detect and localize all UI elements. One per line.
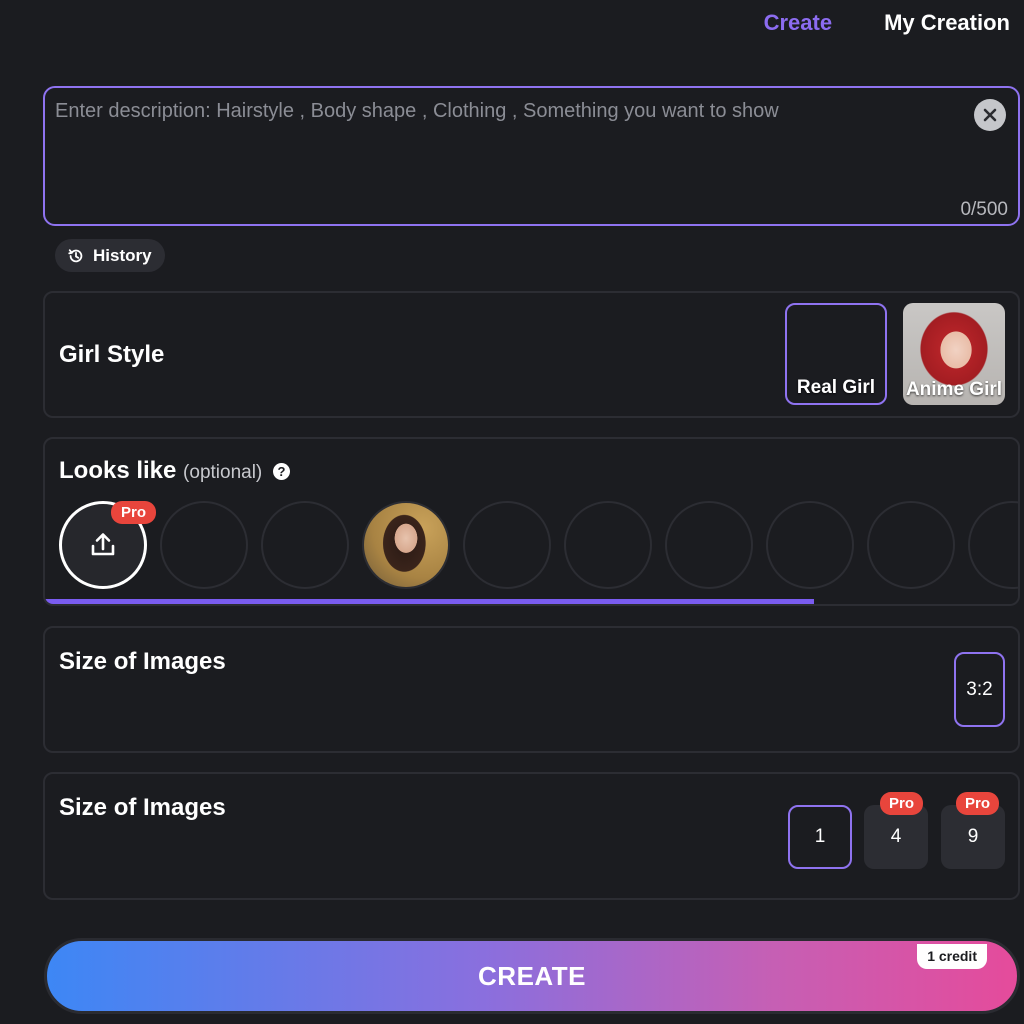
top-nav: Create My Creation bbox=[764, 8, 1010, 38]
close-icon bbox=[983, 108, 997, 122]
clear-button[interactable] bbox=[974, 99, 1006, 131]
face-slot[interactable] bbox=[261, 501, 349, 589]
optional-label: (optional) bbox=[183, 462, 263, 483]
pro-badge: Pro bbox=[956, 792, 1000, 815]
ratio-option-label: 3:2 bbox=[966, 678, 993, 700]
face-slot[interactable] bbox=[766, 501, 854, 589]
pro-badge: Pro bbox=[111, 501, 157, 524]
count-option-label: 9 bbox=[967, 826, 979, 847]
create-button-label: CREATE bbox=[478, 960, 586, 991]
style-option-real-girl[interactable]: Real Girl bbox=[785, 303, 887, 405]
ratio-option-3-2[interactable]: 3:2 bbox=[954, 652, 1005, 727]
style-option-label: Anime Girl bbox=[905, 379, 1003, 400]
count-option-label: 4 bbox=[890, 826, 902, 847]
face-slot[interactable] bbox=[564, 501, 652, 589]
credit-badge: 1 credit bbox=[917, 944, 987, 969]
face-slot[interactable] bbox=[665, 501, 753, 589]
face-slot[interactable] bbox=[968, 501, 1018, 589]
size-ratio-title: Size of Images bbox=[59, 648, 226, 675]
history-label: History bbox=[93, 245, 152, 265]
face-slot[interactable] bbox=[867, 501, 955, 589]
girl-style-panel: Girl Style Real Girl Anime Girl bbox=[43, 291, 1020, 418]
face-photo[interactable] bbox=[362, 501, 450, 589]
count-option-label: 1 bbox=[814, 826, 826, 847]
nav-create[interactable]: Create bbox=[764, 10, 832, 36]
pro-badge: Pro bbox=[880, 792, 924, 815]
help-icon[interactable]: ? bbox=[272, 463, 290, 480]
description-input[interactable] bbox=[55, 100, 955, 210]
style-option-label: Real Girl bbox=[796, 377, 876, 398]
history-button[interactable]: History bbox=[55, 239, 165, 272]
image-count-title: Size of Images bbox=[59, 794, 226, 821]
face-reference-row[interactable] bbox=[59, 499, 1018, 589]
face-slot[interactable] bbox=[160, 501, 248, 589]
image-count-panel: Size of Images 1 4 Pro 9 Pro bbox=[43, 772, 1020, 900]
looks-like-panel: Looks like (optional) ? Pro bbox=[43, 437, 1020, 606]
character-count: 0/500 bbox=[960, 199, 1008, 220]
looks-like-title: Looks like (optional) ? bbox=[59, 457, 290, 485]
girl-style-title: Girl Style bbox=[59, 341, 165, 368]
scrollbar-thumb[interactable] bbox=[45, 599, 814, 604]
nav-my-creation[interactable]: My Creation bbox=[884, 10, 1010, 36]
face-row-scrollbar[interactable] bbox=[45, 599, 1018, 604]
upload-icon bbox=[91, 533, 115, 556]
count-option-1[interactable]: 1 bbox=[788, 805, 852, 869]
description-box: 0/500 bbox=[43, 86, 1020, 226]
history-icon bbox=[68, 248, 83, 262]
face-slot[interactable] bbox=[463, 501, 551, 589]
create-button[interactable]: CREATE 1 credit bbox=[44, 938, 1020, 1014]
size-ratio-panel: Size of Images 3:2 bbox=[43, 626, 1020, 753]
looks-like-label: Looks like bbox=[59, 457, 177, 484]
style-option-anime-girl[interactable]: Anime Girl bbox=[903, 303, 1005, 405]
